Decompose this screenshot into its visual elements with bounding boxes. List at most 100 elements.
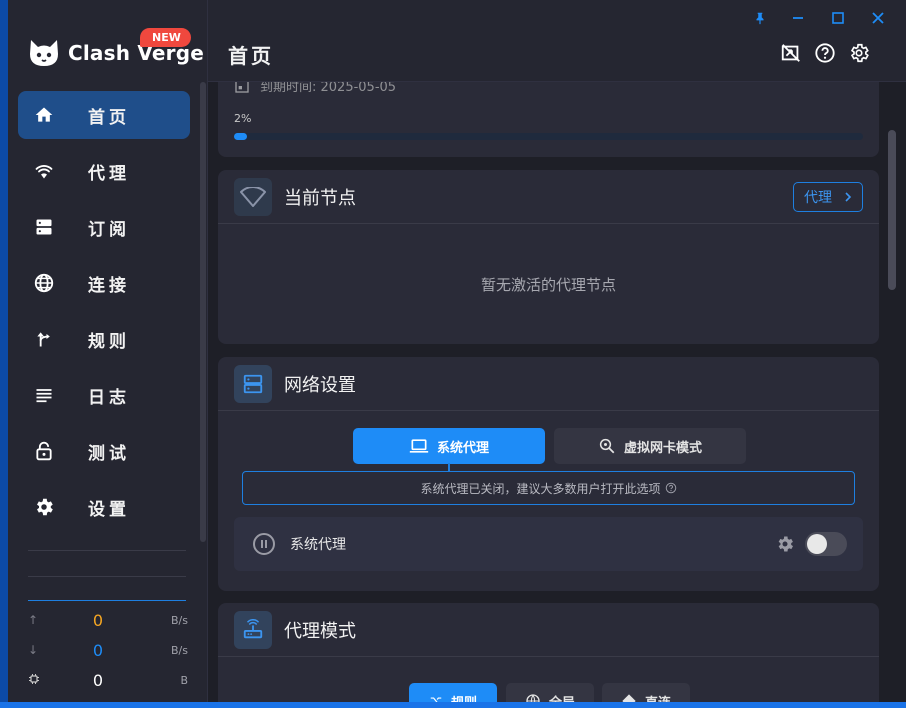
list-icon (36, 389, 52, 403)
mode-direct-button[interactable]: 直连 (602, 683, 690, 702)
sidebar-item-logs[interactable]: 日志 (18, 371, 190, 419)
import-button[interactable] (778, 40, 804, 66)
page-header: 首页 (208, 0, 906, 82)
network-header: 网络设置 (218, 357, 879, 411)
tab-label: 虚拟网卡模式 (623, 440, 702, 456)
dns-icon (243, 374, 263, 393)
sidebar-item-home[interactable]: 首页 (18, 91, 190, 139)
page-title: 首页 (228, 44, 274, 68)
mode-rule-button[interactable]: 规则 (409, 683, 497, 702)
progress-fill (234, 133, 247, 140)
help-button[interactable] (812, 40, 838, 66)
pin-button[interactable] (748, 8, 772, 28)
sidebar-item-label: 首页 (88, 107, 130, 128)
go-to-proxy-button[interactable]: 代理 (793, 182, 863, 212)
hint-text: 系统代理已关闭，建议大多数用户打开此选项 (420, 481, 661, 496)
download-arrow-icon: ↓ (28, 643, 39, 657)
close-button[interactable] (866, 8, 890, 28)
search-network-icon (599, 438, 615, 454)
sidebar-item-label: 设置 (88, 499, 130, 520)
card-icon-box (234, 364, 272, 403)
download-unit: B/s (171, 643, 188, 657)
mode-label: 直连 (645, 692, 671, 703)
sidebar-item-label: 代理 (88, 163, 130, 184)
minimize-icon (793, 17, 803, 19)
sidebar-nav: 首页 代理 订阅 连接 规则 日志 测试 设置 (18, 91, 190, 539)
main-content: 到期时间: 2025-05-05 2% 当前节点 代理 暂无激活的代理节点 网络… (208, 82, 906, 702)
maximize-button[interactable] (826, 8, 850, 28)
help-icon (665, 482, 676, 494)
subscription-card: 到期时间: 2025-05-05 2% (218, 82, 879, 157)
sidebar: Clash Verge NEW 首页 代理 订阅 连接 规则 日志 测试 设置 … (8, 0, 208, 702)
network-settings-card: 网络设置 系统代理 虚拟网卡模式 系统代理已关闭，建议大多数用户打开此选项 系统… (218, 357, 879, 591)
help-icon (815, 43, 835, 63)
sidebar-divider (28, 550, 186, 551)
upload-arrow-icon: ↑ (28, 613, 39, 627)
sidebar-item-label: 连接 (88, 275, 130, 296)
download-value: 0 (92, 640, 104, 660)
pin-icon (756, 12, 764, 25)
shuffle-icon (430, 697, 442, 702)
gear-icon (850, 43, 869, 63)
upload-row: ↑ 0 B/s (28, 605, 188, 635)
content-scrollbar[interactable] (888, 130, 896, 290)
traffic-stats: ↑ 0 B/s ↓ 0 B/s 0 B (28, 600, 188, 695)
sidebar-item-label: 订阅 (88, 219, 130, 240)
gear-icon (37, 498, 53, 516)
mode-label: 规则 (451, 692, 477, 703)
upload-value: 0 (92, 610, 104, 630)
gear-icon[interactable] (775, 534, 795, 554)
mode-global-button[interactable]: 全局 (506, 683, 594, 702)
current-node-card: 当前节点 代理 暂无激活的代理节点 (218, 170, 879, 344)
proxy-mode-header: 代理模式 (218, 603, 879, 657)
card-title: 网络设置 (284, 374, 356, 396)
route-sign-icon (781, 44, 800, 62)
sidebar-item-label: 规则 (88, 331, 130, 352)
system-proxy-toggle[interactable] (805, 532, 847, 556)
upload-unit: B/s (171, 613, 188, 627)
tab-system-proxy[interactable]: 系统代理 (353, 428, 545, 464)
proxy-mode-card: 代理模式 规则 全局 直连 (218, 603, 879, 702)
sidebar-item-rules[interactable]: 规则 (18, 315, 190, 363)
calendar-icon (235, 82, 249, 93)
wifi-icon (35, 165, 53, 179)
progress-track (234, 133, 863, 140)
sidebar-item-test[interactable]: 测试 (18, 427, 190, 475)
card-icon-box (234, 177, 272, 216)
tab-label: 系统代理 (436, 440, 489, 456)
empty-node-message: 暂无激活的代理节点 (480, 276, 616, 294)
sidebar-item-label: 测试 (88, 443, 130, 464)
laptop-icon (409, 439, 429, 453)
mode-label: 全局 (549, 692, 575, 703)
button-label: 代理 (804, 190, 832, 206)
sidebar-scrollbar[interactable] (200, 82, 206, 542)
new-badge: NEW (140, 28, 191, 47)
app-window: Clash Verge NEW 首页 代理 订阅 连接 规则 日志 测试 设置 … (8, 0, 906, 702)
hint-connector (448, 463, 450, 471)
minimize-button[interactable] (786, 8, 810, 28)
expire-row: 到期时间: 2025-05-05 (234, 82, 396, 95)
sidebar-divider (28, 576, 186, 577)
proxy-hint: 系统代理已关闭，建议大多数用户打开此选项 (242, 471, 855, 505)
system-proxy-label: 系统代理 (290, 537, 346, 553)
progress-label: 2% (234, 112, 252, 125)
close-icon (872, 12, 884, 24)
lock-icon (36, 441, 52, 461)
tab-tun-mode[interactable]: 虚拟网卡模式 (554, 428, 746, 464)
wifi-off-icon (240, 186, 266, 207)
sidebar-item-subscription[interactable]: 订阅 (18, 203, 190, 251)
globe-icon (526, 694, 540, 702)
system-proxy-row: 系统代理 (234, 517, 863, 571)
settings-button[interactable] (846, 40, 872, 66)
chevron-right-icon (845, 192, 852, 202)
home-icon (35, 107, 53, 122)
memory-value: 0 (92, 670, 104, 690)
current-node-header: 当前节点 代理 (218, 170, 879, 224)
desktop-edge-bottom (0, 702, 906, 708)
card-icon-box (234, 610, 272, 649)
card-title: 代理模式 (284, 620, 356, 642)
sidebar-item-connections[interactable]: 连接 (18, 259, 190, 307)
sidebar-item-proxy[interactable]: 代理 (18, 147, 190, 195)
sidebar-item-settings[interactable]: 设置 (18, 483, 190, 531)
globe-icon (34, 273, 54, 293)
